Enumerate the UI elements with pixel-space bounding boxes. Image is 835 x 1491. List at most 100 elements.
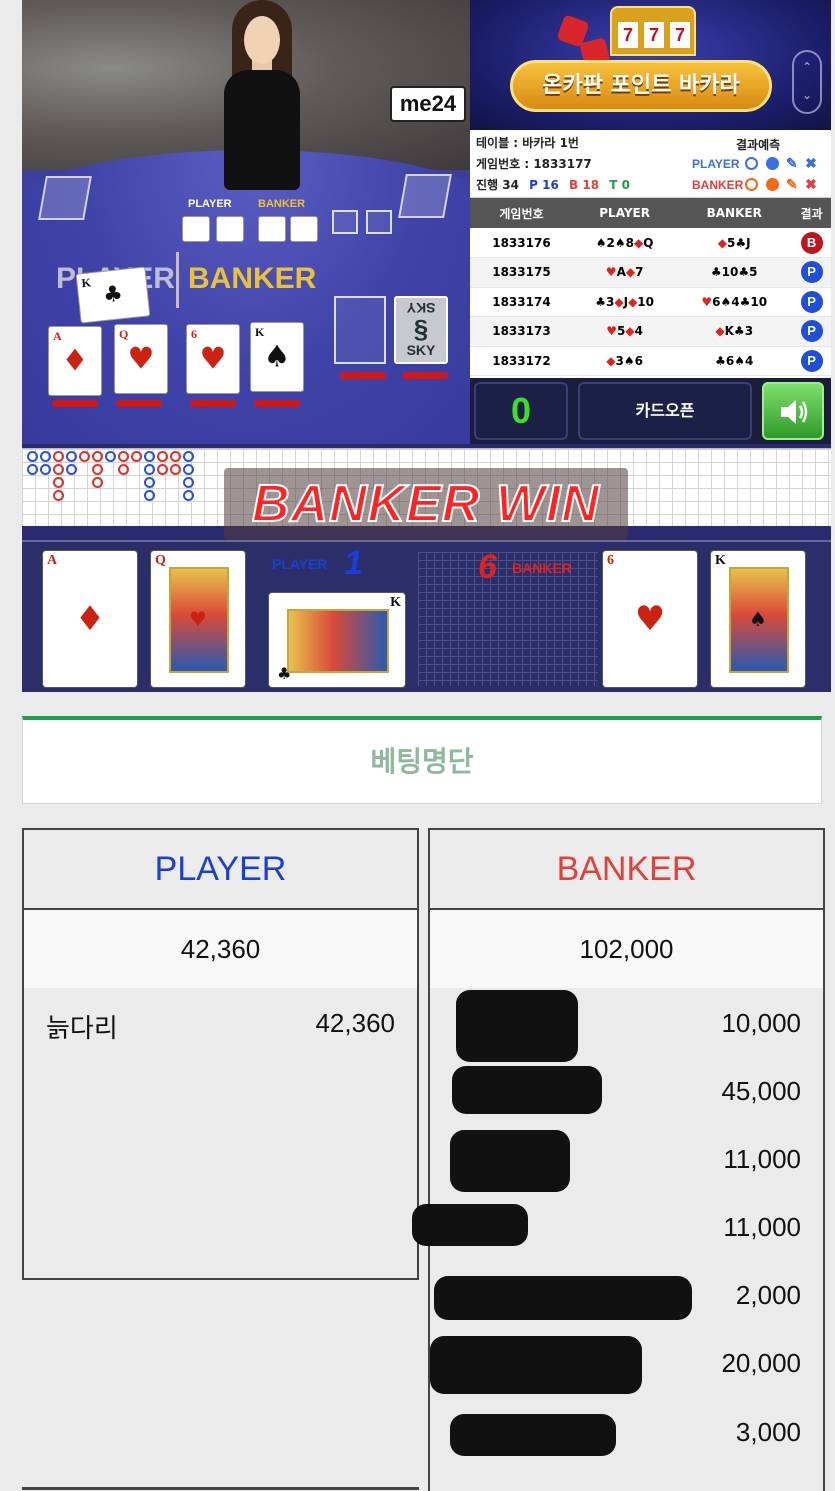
result-strip: A ♦ Q ♥ PLAYER 1 K ♣ 6 BANKER 6 ♥ K ♠ [22,540,831,692]
speaker-icon [781,400,808,424]
prediction-title: 결과예측 [736,138,781,152]
history-player-cards: ♠2♠8◆Q [572,228,677,258]
bet-amount: 45,000 [721,1076,801,1106]
game-info: 테이블 : 바카라 1번 게임번호 : 1833177 진행 34 P 16 B… [470,130,831,198]
history-banker-cards: ◆5♣J [676,228,793,258]
history-row: 1833172 ◆3♠6 ♣6♠4 P [470,346,831,376]
table-card [216,216,244,242]
betting-list-header: 베팅명단 [22,716,822,804]
info-panel: 7 7 7 온카판 포인트 바카라 ⌃ ⌄ 테이블 : 바카라 1번 게임번호 … [470,0,831,444]
banker-score: 6 [478,548,497,586]
pencil-icon[interactable]: ✎ [786,155,798,172]
mini-banker-label: BANKER [258,198,306,210]
bet-amount: 11,000 [723,1212,801,1242]
history-header-player: PLAYER [572,198,677,228]
bettor-name: 늙다리 [46,1013,118,1043]
history-table: 게임번호 PLAYER BANKER 결과 1833176 ♠2♠8◆Q ◆5♣J B… [470,198,831,376]
bead-marker [170,464,181,475]
result-player-label: PLAYER [272,556,328,572]
history-row: 1833173 ♥5◆4 ◆K♣3 P [470,316,831,347]
banker-bets-total: 102,000 [430,910,823,988]
history-row: 1833175 ♥A◆7 ♣10♣5 P [470,257,831,288]
player-bets: PLAYER 42,360 늙다리 42,360 [22,828,419,1280]
banner-title-plate: 온카판 포인트 바카라 [510,60,772,112]
game-number: 게임번호 : 1833177 [476,157,592,171]
game-area: me24 PLAYER BANKER PLAYER BANKER K♣ A♦ Q… [22,0,831,692]
promo-banner: 7 7 7 온카판 포인트 바카라 ⌃ ⌄ [470,0,831,130]
history-banker-cards: ♣10♣5 [676,257,793,288]
history-player-cards: ♥5◆4 [572,316,677,347]
bead-marker [79,451,90,462]
bead-marker [144,451,155,462]
close-icon[interactable]: ✖ [805,155,817,172]
bet-amount: 42,360 [315,1008,395,1038]
bead-marker [27,451,38,462]
player-card-2: Q ♥ [150,550,246,688]
bead-marker [53,451,64,462]
bead-marker [53,490,64,501]
control-bar: 0 카드오픈 [470,378,831,444]
win-banner: BANKER WIN [224,468,628,540]
pencil-icon[interactable]: ✎ [786,176,798,193]
overlay-card: A ♦ [48,326,102,396]
ring-icon[interactable] [745,178,759,191]
countdown-display: 0 [474,382,568,440]
history-row: 1833176 ♠2♠8◆Q ◆5♣J B [470,228,831,258]
ring-icon[interactable] [745,157,759,170]
history-row: 1833174 ♣3◆J◆10 ♥6♠4♣10 P [470,287,831,317]
history-player-cards: ♥A◆7 [572,257,677,288]
history-banker-cards: ♥6♠4♣10 [676,287,793,317]
bead-marker [183,464,194,475]
bead-marker [92,451,103,462]
betting-list-title: 베팅명단 [370,745,474,778]
history-header-game: 게임번호 [470,198,573,228]
player-bets-title: PLAYER [24,830,417,910]
bead-marker [92,477,103,488]
bead-marker [170,451,181,462]
player-bets-total: 42,360 [24,910,417,988]
history-game-number: 1833174 [470,287,573,317]
card-placeholder [332,210,358,234]
progress-stats: 진행 34 P 16 B 18 T 0 [476,178,630,192]
redaction-mark [450,1414,616,1456]
dot-icon[interactable] [765,157,779,170]
redaction-mark [450,1130,570,1192]
player-prediction: PLAYER ✎ ✖ [692,155,817,172]
sound-button[interactable] [762,382,824,440]
banner-scroll-control[interactable]: ⌃ ⌄ [792,50,822,114]
result-badge: P [800,261,823,284]
history-player-cards: ◆3♠6 [572,346,677,376]
history-game-number: 1833176 [470,228,573,258]
overlay-card: K ♠ [250,322,304,392]
player-score: 1 [344,544,363,582]
history-game-number: 1833172 [470,346,573,376]
chevron-down-icon[interactable]: ⌄ [794,88,820,102]
card-placeholder [366,210,392,234]
redaction-mark [452,1066,602,1114]
card-open-button[interactable]: 카드오픈 [578,382,752,440]
redaction-mark [430,1336,642,1394]
card-shoe [398,174,452,218]
redaction-mark [412,1204,528,1246]
dot-icon[interactable] [765,178,779,191]
bead-marker [40,451,51,462]
bet-amount: 20,000 [721,1348,801,1378]
history-game-number: 1833175 [470,257,573,288]
bead-marker [53,477,64,488]
redaction-mark [456,990,578,1062]
overlay-card: 6 ♥ [186,324,240,394]
overlay-card: Q ♥ [114,324,168,394]
label-divider [176,252,179,308]
banker-card-2: K ♠ [710,550,806,688]
chevron-up-icon[interactable]: ⌃ [794,60,820,74]
history-result: P [792,316,831,347]
discard-box [38,176,92,220]
result-badge: P [800,290,823,313]
history-banker-cards: ◆K♣3 [676,316,793,347]
bead-marker [183,490,194,501]
history-result: P [792,257,831,288]
player-card-3: K ♣ [268,592,406,688]
close-icon[interactable]: ✖ [805,176,817,193]
result-badge: P [800,320,823,343]
bet-amount: 11,000 [723,1144,801,1174]
